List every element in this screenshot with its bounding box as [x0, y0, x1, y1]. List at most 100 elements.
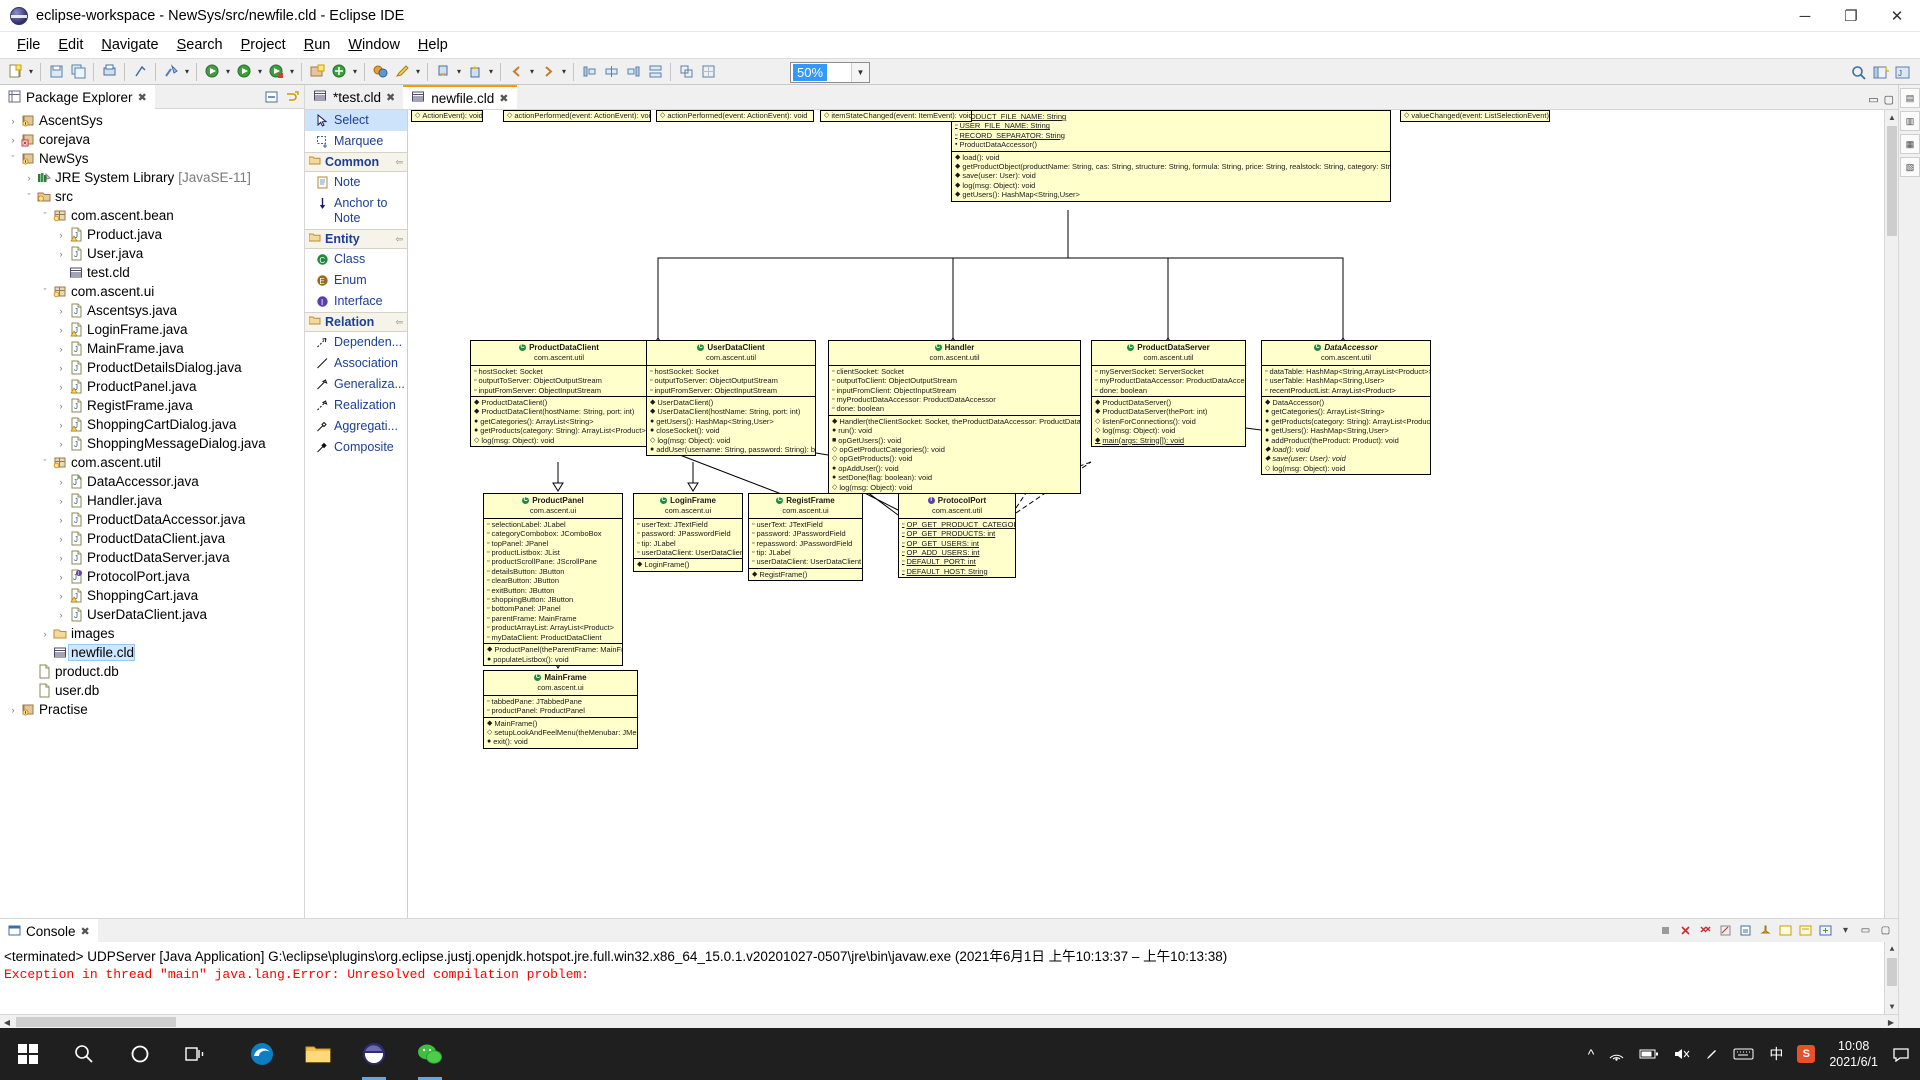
rail-problems-icon[interactable]: ▧ [1900, 157, 1920, 177]
uml-class-productdataaccessor[interactable]: ▫PRODUCT_FILE_NAME: String▫USER_FILE_NAM… [951, 110, 1391, 202]
chevron-right-icon[interactable]: › [22, 173, 36, 183]
edit-caret[interactable]: ▾ [413, 62, 423, 82]
chevron-right-icon[interactable]: › [54, 515, 68, 525]
uml-class-fragment[interactable]: ◇ valueChanged(event: ListSelectionEvent)… [1400, 110, 1550, 122]
rail-task-icon[interactable]: ▦ [1900, 134, 1920, 154]
uml-class-productdataclient[interactable]: C ProductDataClient com.ascent.util ▫ hostSo… [470, 340, 648, 448]
chevron-down-icon[interactable]: ˇ [6, 154, 20, 164]
explorer-button[interactable] [290, 1028, 346, 1080]
chevron-right-icon[interactable]: › [54, 534, 68, 544]
console-menu-caret-icon[interactable]: ▾ [1837, 922, 1854, 939]
menu-project[interactable]: Project [232, 34, 295, 56]
chevron-right-icon[interactable]: › [54, 610, 68, 620]
tree-item-loginframe-java[interactable]: › J LoginFrame.java [0, 320, 304, 339]
palette-item-class[interactable]: C Class [305, 249, 407, 270]
display-selected-console-icon[interactable] [1797, 922, 1814, 939]
palette-item-realization[interactable]: Realization [305, 395, 407, 416]
uml-class-userdataclient[interactable]: C UserDataClient com.ascent.util ▫ hostSocke… [646, 340, 816, 457]
build-dropdown-caret[interactable]: ▾ [182, 62, 192, 82]
chevron-right-icon[interactable]: › [54, 496, 68, 506]
tree-item-productpanel-java[interactable]: › J ProductPanel.java [0, 377, 304, 396]
chevron-right-icon[interactable]: › [54, 363, 68, 373]
collapse-group-icon[interactable]: ⇦ [395, 317, 403, 328]
console-output[interactable]: <terminated> UDPServer [Java Application… [0, 942, 1898, 1014]
eclipse-button[interactable] [346, 1028, 402, 1080]
tree-item-user-java[interactable]: › J User.java [0, 244, 304, 263]
tree-item-product-java[interactable]: › J Product.java [0, 225, 304, 244]
tree-item-images[interactable]: › images [0, 624, 304, 643]
chevron-right-icon[interactable]: › [54, 325, 68, 335]
maximize-button[interactable]: ❐ [1828, 0, 1874, 32]
menu-search[interactable]: Search [168, 34, 232, 56]
chevron-right-icon[interactable]: › [54, 230, 68, 240]
debug-icon[interactable] [202, 62, 222, 82]
uml-class-dataaccessor[interactable]: C DataAccessor com.ascent.util ▫ dataTable: … [1261, 340, 1431, 476]
palette-item-select[interactable]: Select [305, 110, 407, 131]
uml-class-registframe[interactable]: C RegistFrame com.ascent.ui ▫ userText: JTex… [748, 493, 863, 582]
tree-item-shoppingcart-java[interactable]: › J ShoppingCart.java [0, 586, 304, 605]
tree-item-dataaccessor-java[interactable]: › J A DataAccessor.java [0, 472, 304, 491]
new-package-caret[interactable]: ▾ [350, 62, 360, 82]
tree-item-shoppingcartdialog-java[interactable]: › J ShoppingCartDialog.java [0, 415, 304, 434]
quick-access-icon[interactable] [130, 62, 150, 82]
collapse-group-icon[interactable]: ⇦ [395, 157, 403, 168]
chevron-right-icon[interactable]: › [54, 344, 68, 354]
new-package-icon[interactable] [329, 62, 349, 82]
chevron-right-icon[interactable]: › [54, 477, 68, 487]
zoom-level-combobox[interactable]: 50% ▼ [790, 62, 870, 83]
palette-group-common[interactable]: Common ⇦ [305, 152, 407, 172]
close-icon[interactable]: ✖ [386, 91, 395, 104]
forward-icon[interactable] [538, 62, 558, 82]
clock[interactable]: 10:08 2021/6/1 [1829, 1038, 1878, 1070]
save-icon[interactable] [46, 62, 66, 82]
tree-item-newsys[interactable]: ˇ NewSys [0, 149, 304, 168]
uml-class-fragment[interactable]: ◇ actionPerformed(event: ActionEvent): vo… [656, 110, 814, 122]
pin-console-icon[interactable] [1757, 922, 1774, 939]
console-scroll-left-icon[interactable]: ◀ [0, 1015, 14, 1029]
palette-group-entity[interactable]: Entity ⇦ [305, 229, 407, 249]
diagram-canvas[interactable]: ▫PRODUCT_FILE_NAME: String▫USER_FILE_NAM… [408, 110, 1898, 970]
tree-item-mainframe-java[interactable]: › J MainFrame.java [0, 339, 304, 358]
edge-button[interactable] [234, 1028, 290, 1080]
rail-explorer-icon[interactable]: ▥ [1900, 111, 1920, 131]
caret-up-icon[interactable]: ^ [1588, 1046, 1595, 1062]
close-icon[interactable]: ✖ [138, 91, 147, 104]
menu-window[interactable]: Window [339, 34, 409, 56]
tree-item-userdataclient-java[interactable]: › J UserDataClient.java [0, 605, 304, 624]
chevron-down-icon[interactable]: ▼ [851, 63, 869, 82]
tree-item-com-ascent-util[interactable]: ˇ com.ascent.util [0, 453, 304, 472]
console-scroll-right-icon[interactable]: ▶ [1884, 1015, 1898, 1029]
chevron-down-icon[interactable]: ˇ [38, 287, 52, 297]
tree-item-jre-system-library[interactable]: › JRE System Library [JavaSE-11] [0, 168, 304, 187]
new-dropdown-caret[interactable]: ▾ [26, 62, 36, 82]
task-view-button[interactable] [168, 1028, 224, 1080]
next-annotation-caret[interactable]: ▾ [454, 62, 464, 82]
prev-annotation-icon[interactable] [465, 62, 485, 82]
console-horizontal-scrollbar[interactable]: ◀ ▶ [0, 1014, 1898, 1028]
tree-item-registframe-java[interactable]: › J RegistFrame.java [0, 396, 304, 415]
back-icon[interactable] [506, 62, 526, 82]
tree-item-product-db[interactable]: product.db [0, 662, 304, 681]
chevron-right-icon[interactable]: › [6, 116, 20, 126]
chevron-right-icon[interactable]: › [38, 629, 52, 639]
collapse-group-icon[interactable]: ⇦ [395, 234, 403, 245]
tree-item-protocolport-java[interactable]: › J I ProtocolPort.java [0, 567, 304, 586]
align-right-icon[interactable] [623, 62, 643, 82]
close-icon[interactable]: ✖ [499, 92, 508, 105]
open-console-icon[interactable] [1817, 922, 1834, 939]
tree-item-com-ascent-ui[interactable]: ˇ com.ascent.ui [0, 282, 304, 301]
remove-all-icon[interactable] [1697, 922, 1714, 939]
chevron-right-icon[interactable]: › [54, 572, 68, 582]
run-icon[interactable] [234, 62, 254, 82]
console-h-scroll-thumb[interactable] [16, 1017, 176, 1027]
align-left-icon[interactable] [579, 62, 599, 82]
console-vertical-scrollbar[interactable]: ▲ ▼ [1884, 942, 1898, 1014]
battery-icon[interactable] [1639, 1048, 1659, 1060]
palette-item-generaliza[interactable]: Generaliza... [305, 374, 407, 395]
canvas-vertical-scrollbar[interactable]: ▲ ▼ [1884, 110, 1898, 956]
palette-item-note[interactable]: Note [305, 172, 407, 193]
tab-console[interactable]: Console ✖ [0, 918, 98, 943]
uml-class-productpanel[interactable]: C ProductPanel com.ascent.ui ▫ selectionLabe… [483, 493, 623, 666]
chevron-right-icon[interactable]: › [54, 439, 68, 449]
menu-edit[interactable]: Edit [49, 34, 92, 56]
